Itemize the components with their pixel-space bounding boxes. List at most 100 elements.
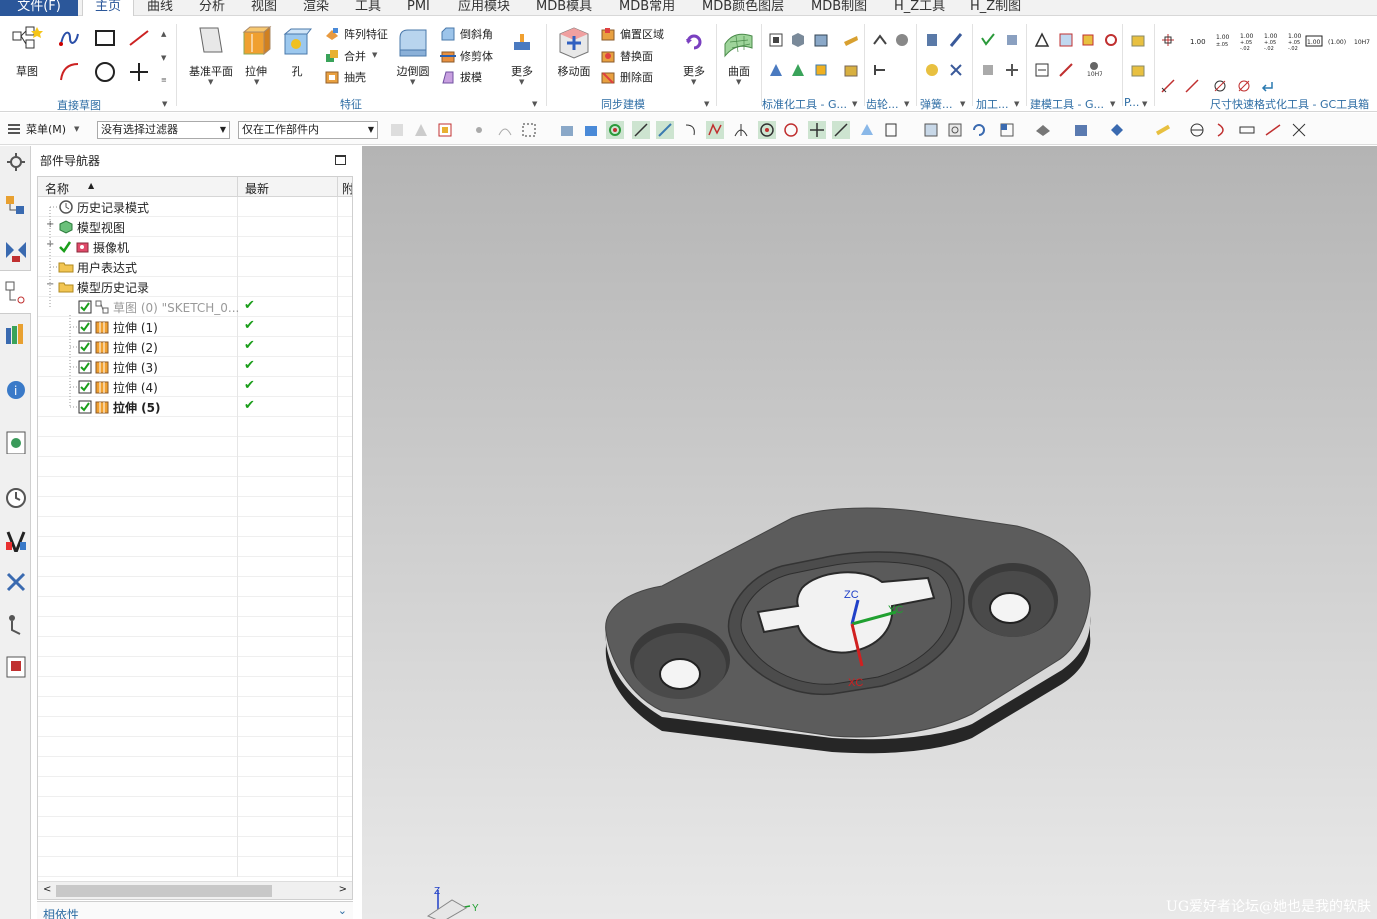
std-tool-3-icon[interactable] [813, 32, 829, 48]
dim-format-icon[interactable] [1160, 32, 1176, 48]
snap-center-icon[interactable] [758, 121, 776, 139]
measure-ruler-icon[interactable] [1238, 121, 1256, 139]
snap-bounded-icon[interactable] [882, 121, 900, 139]
offset-region-icon[interactable] [600, 26, 616, 42]
dim-tool-3-icon[interactable] [1184, 78, 1200, 94]
snap-spline-icon[interactable] [706, 121, 724, 139]
menu-dropdown[interactable]: ▼ [74, 125, 79, 133]
spring-tool-3-icon[interactable] [924, 62, 940, 78]
edit-section-icon[interactable] [1072, 121, 1090, 139]
tab-render[interactable]: 渲染 [303, 0, 329, 16]
modeling-tool-2-icon[interactable] [1058, 32, 1074, 48]
view-orient-icon[interactable] [998, 121, 1016, 139]
tab-home[interactable]: 主页 [82, 0, 134, 17]
dim-tool-2-icon[interactable] [1160, 78, 1176, 94]
part-navigator-icon[interactable] [4, 280, 28, 304]
tab-hz-drafting[interactable]: H_Z制图 [970, 0, 1021, 16]
std-group-expander[interactable]: ▼ [852, 100, 857, 108]
std-tool-6-icon[interactable] [790, 62, 806, 78]
measure-diameter-icon[interactable] [1188, 121, 1206, 139]
shell-icon[interactable] [324, 69, 340, 85]
part-model[interactable]: ZC YC XC Z Y [362, 146, 1377, 919]
arc-icon[interactable] [58, 60, 82, 84]
maximize-icon[interactable] [335, 155, 346, 165]
edge-blend-dropdown[interactable]: ▼ [410, 78, 415, 86]
snap-endpoint-icon[interactable] [606, 121, 624, 139]
system-materials-icon[interactable] [4, 528, 28, 552]
tab-hz-tools[interactable]: H_Z工具 [894, 0, 945, 16]
std-tool-1-icon[interactable] [768, 32, 784, 48]
select-general-icon[interactable] [388, 121, 406, 139]
select-rectangle-icon[interactable] [520, 121, 538, 139]
tab-analysis[interactable]: 分析 [199, 0, 225, 16]
column-name-header[interactable]: 名称 ▲ [38, 177, 238, 197]
horizontal-scrollbar[interactable]: < > [38, 881, 352, 899]
trim-body-label[interactable]: 修剪体 [460, 48, 493, 64]
unite-label[interactable]: 合并 [344, 48, 366, 64]
machining-group-expander[interactable]: ▼ [1014, 100, 1019, 108]
group-expander[interactable]: ▼ [162, 100, 167, 108]
tab-mdb-drafting[interactable]: MDB制图 [811, 0, 867, 16]
measure-chamfer-icon[interactable] [1290, 121, 1308, 139]
select-solid-icon[interactable] [558, 121, 576, 139]
circle-icon[interactable] [93, 60, 117, 84]
sketch-gallery-up[interactable]: ▲ [161, 30, 166, 38]
tab-mdb-mold[interactable]: MDB模具 [536, 0, 592, 16]
sync-more-icon[interactable] [682, 30, 706, 54]
chamfer-label[interactable]: 倒斜角 [460, 26, 493, 42]
unite-icon[interactable] [324, 48, 340, 64]
std-tool-5-icon[interactable] [768, 62, 784, 78]
select-sheet-icon[interactable] [582, 121, 600, 139]
menu-icon[interactable] [6, 121, 24, 139]
graphics-window[interactable]: ZC YC XC Z Y UG爱好者论坛@她也是我的软肤 [362, 146, 1377, 919]
modeling-tool-4-icon[interactable] [1103, 32, 1119, 48]
measure-vector-icon[interactable] [1264, 121, 1282, 139]
selection-scope-select[interactable]: 仅在工作部件内 ▼ [238, 121, 378, 139]
gear-group-expander[interactable]: ▼ [904, 100, 909, 108]
constraint-navigator-icon[interactable] [4, 238, 28, 262]
select-point-icon[interactable] [470, 121, 488, 139]
gear-tool-2-icon[interactable] [894, 32, 910, 48]
machining-tool-4-icon[interactable] [1004, 62, 1020, 78]
dim-tool-6-icon[interactable] [1260, 78, 1276, 94]
sketch-gallery-down[interactable]: ▼ [161, 54, 166, 62]
snap-arc-icon[interactable] [682, 121, 700, 139]
process-studio-icon[interactable] [4, 570, 28, 594]
snap-edge-icon[interactable] [656, 121, 674, 139]
spring-tool-4-icon[interactable] [948, 62, 964, 78]
p-group-expander[interactable]: ▼ [1142, 100, 1147, 108]
snap-quadrant-icon[interactable] [782, 121, 800, 139]
dim-tool-4-icon[interactable] [1212, 78, 1228, 94]
snap-face-icon[interactable] [858, 121, 876, 139]
line-icon[interactable] [127, 28, 151, 48]
select-body-icon[interactable] [436, 121, 454, 139]
std-tool-7-icon[interactable] [813, 62, 829, 78]
chevron-down-icon[interactable]: ⌄ [338, 904, 347, 917]
pattern-feature-label[interactable]: 阵列特征 [344, 26, 388, 42]
tab-tools[interactable]: 工具 [355, 0, 381, 16]
tab-app-module[interactable]: 应用模块 [458, 0, 510, 16]
draft-icon[interactable] [440, 69, 456, 85]
surface-icon[interactable] [722, 24, 756, 58]
column-latest-header[interactable]: 最新 [238, 177, 338, 197]
spring-tool-2-icon[interactable] [948, 32, 964, 48]
move-face-icon[interactable] [556, 24, 592, 60]
replace-face-label[interactable]: 替换面 [620, 48, 653, 64]
modeling-tool-3-icon[interactable] [1080, 32, 1096, 48]
scroll-thumb[interactable] [56, 885, 272, 897]
gear-tool-3-icon[interactable] [872, 62, 888, 78]
modeling-tool-5-icon[interactable] [1034, 62, 1050, 78]
sync-more-dropdown[interactable]: ▼ [691, 78, 696, 86]
hole-icon[interactable] [282, 28, 312, 58]
modeling-group-expander[interactable]: ▼ [1110, 100, 1115, 108]
menu-button[interactable]: 菜单(M) [26, 121, 66, 137]
machining-tool-2-icon[interactable] [1004, 32, 1020, 48]
web-browser-icon[interactable] [4, 430, 28, 454]
dim-tolerance-icons[interactable]: 1.00 1.00±.05 1.00+.05-.02 1.00+.05-.02 … [1186, 30, 1376, 52]
std-tool-8-icon[interactable] [843, 62, 859, 78]
tab-mdb-common[interactable]: MDB常用 [619, 0, 675, 16]
column-attach-header[interactable]: 附 [338, 177, 352, 197]
replace-face-icon[interactable] [600, 48, 616, 64]
select-curve-icon[interactable] [496, 121, 514, 139]
modeling-tool-6-icon[interactable] [1058, 62, 1074, 78]
